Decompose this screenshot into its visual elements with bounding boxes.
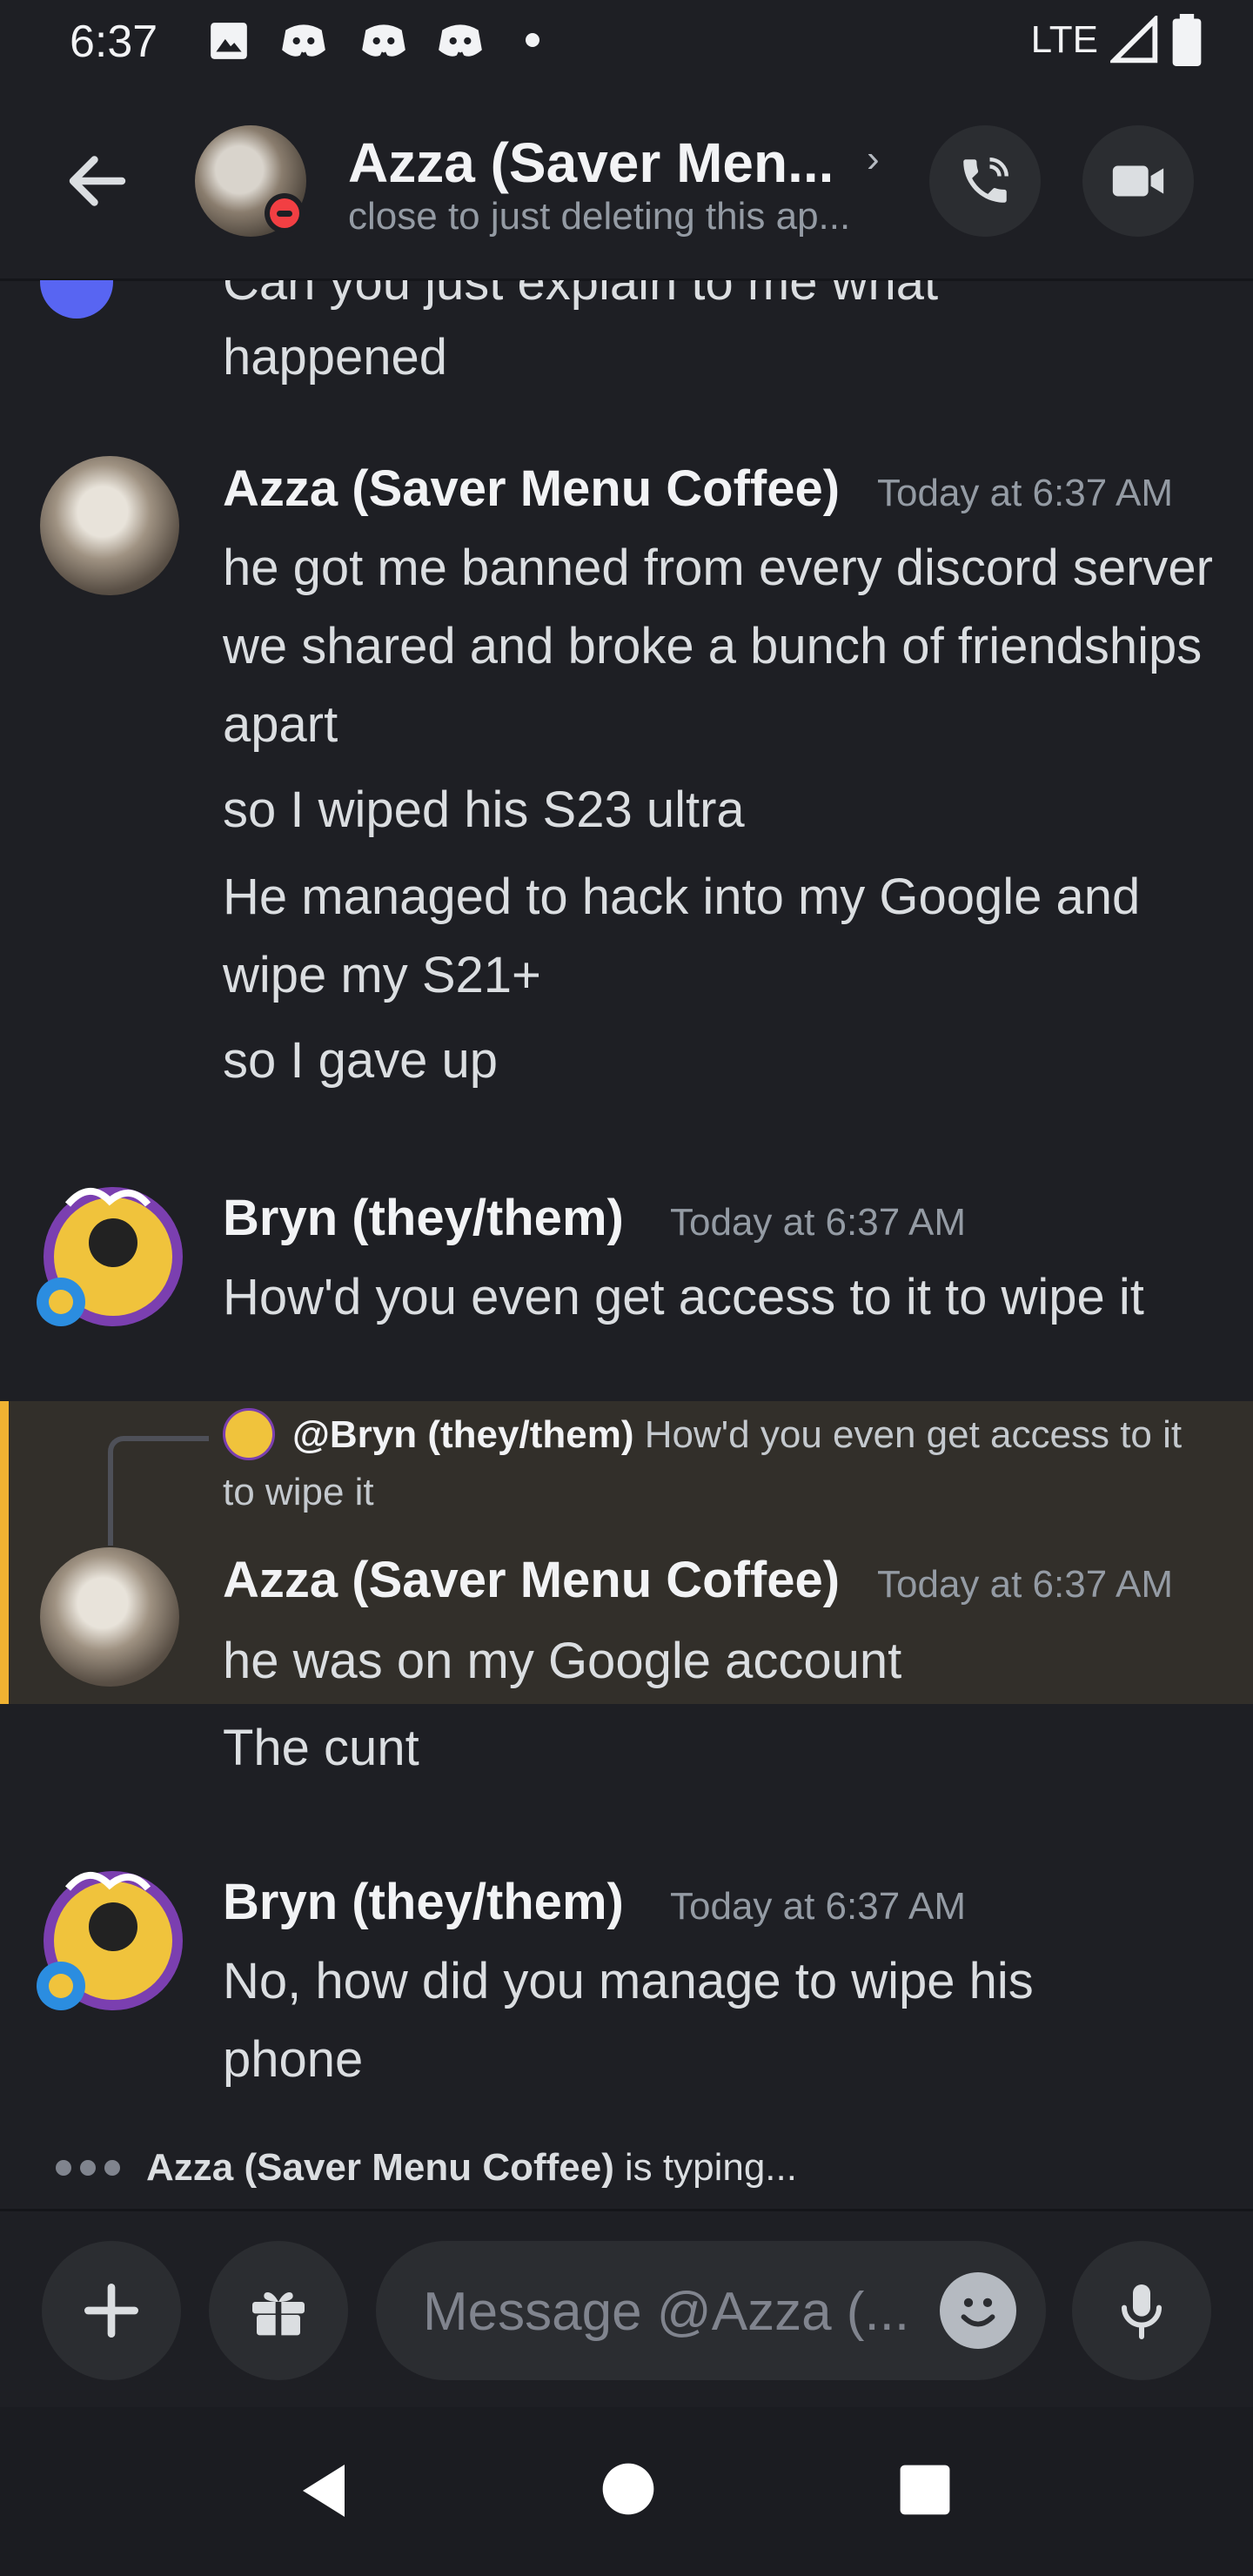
typing-user: Azza (Saver Menu Coffee) <box>146 2146 614 2189</box>
emoji-button[interactable] <box>940 2272 1016 2349</box>
message-placeholder: Message @Azza (... <box>423 2282 910 2342</box>
nav-recents-icon[interactable] <box>898 2463 952 2517</box>
gift-button[interactable] <box>209 2241 348 2380</box>
discord-icon <box>282 24 325 57</box>
image-icon <box>211 23 247 59</box>
reply-author: @Bryn (they/them) <box>292 1413 634 1456</box>
author-name[interactable]: Azza (Saver Menu Coffee) <box>223 1551 840 1609</box>
network-label: LTE <box>1030 18 1098 61</box>
voice-message-button[interactable] <box>1072 2241 1211 2380</box>
message-text[interactable]: so I gave up <box>223 1022 1223 1100</box>
reply-preview[interactable]: @Bryn (they/them) How'd you even get acc… <box>223 1406 1215 1521</box>
voice-call-button[interactable] <box>929 125 1041 237</box>
notification-dot-icon <box>526 33 539 47</box>
message-composer: Message @Azza (... <box>0 2209 1253 2408</box>
message-text[interactable]: He managed to hack into my Google and wi… <box>223 858 1223 1015</box>
author-name[interactable]: Azza (Saver Menu Coffee) <box>223 460 840 518</box>
signal-icon <box>1110 16 1158 64</box>
message-list[interactable]: Can you just explain to me what happened… <box>0 280 1253 2207</box>
avatar[interactable] <box>40 280 113 319</box>
nav-home-icon[interactable] <box>600 2461 656 2517</box>
battery-icon <box>1172 14 1202 66</box>
avatar[interactable] <box>26 1173 186 1338</box>
message-text[interactable]: No, how did you manage to wipe his phone <box>223 1942 1180 2099</box>
custom-status: close to just deleting this ap... <box>348 195 851 238</box>
timestamp: Today at 6:37 AM <box>670 1885 966 1928</box>
author-name[interactable]: Bryn (they/them) <box>223 1873 624 1931</box>
phone-icon <box>963 158 1008 203</box>
status-time: 6:37 <box>70 17 158 67</box>
typing-dot <box>104 2160 120 2176</box>
typing-dot <box>56 2160 71 2176</box>
message-text[interactable]: so I wiped his S23 ultra <box>223 771 1223 849</box>
message-text[interactable]: How'd you even get access to it to wipe … <box>223 1258 1223 1337</box>
system-nav-bar <box>0 2407 1253 2576</box>
typing-dot <box>80 2160 96 2176</box>
video-call-button[interactable] <box>1082 125 1194 237</box>
message-text[interactable]: he got me banned from every discord serv… <box>223 529 1223 764</box>
chat-header: Azza (Saver Men... › close to just delet… <box>0 84 1253 281</box>
message-text[interactable]: The cunt <box>223 1709 1223 1788</box>
message-text[interactable]: happened <box>223 319 1223 397</box>
channel-title[interactable]: Azza (Saver Men... <box>348 131 879 195</box>
reply-connector <box>108 1436 209 1546</box>
chevron-right-icon[interactable]: › <box>867 138 880 181</box>
plus-icon <box>84 2284 139 2338</box>
timestamp: Today at 6:37 AM <box>877 472 1173 514</box>
discord-icon <box>439 24 482 57</box>
status-bar: 6:37 LTE <box>0 0 1253 84</box>
attach-button[interactable] <box>42 2241 181 2380</box>
video-icon <box>1112 165 1164 197</box>
status-right: LTE <box>1031 14 1203 66</box>
typing-suffix: is typing... <box>624 2146 797 2189</box>
avatar[interactable] <box>40 1547 179 1687</box>
nav-back-icon[interactable] <box>292 2459 355 2522</box>
mic-icon <box>1122 2284 1162 2339</box>
back-arrow-icon[interactable] <box>61 144 134 218</box>
typing-indicator: Azza (Saver Menu Coffee) is typing... <box>56 2137 797 2198</box>
message-text[interactable]: he was on my Google account <box>223 1622 1223 1701</box>
dnd-status-icon <box>265 193 305 233</box>
message-text[interactable]: Can you just explain to me what <box>223 280 1223 322</box>
discord-icon <box>362 24 405 57</box>
author-name[interactable]: Bryn (they/them) <box>223 1189 624 1247</box>
timestamp: Today at 6:37 AM <box>670 1201 966 1244</box>
message-input[interactable]: Message @Azza (... <box>376 2241 1046 2380</box>
gift-icon <box>252 2291 305 2337</box>
avatar[interactable] <box>26 1857 186 2023</box>
avatar[interactable] <box>40 456 179 595</box>
timestamp: Today at 6:37 AM <box>877 1563 1173 1606</box>
emoji-icon <box>961 2298 995 2327</box>
